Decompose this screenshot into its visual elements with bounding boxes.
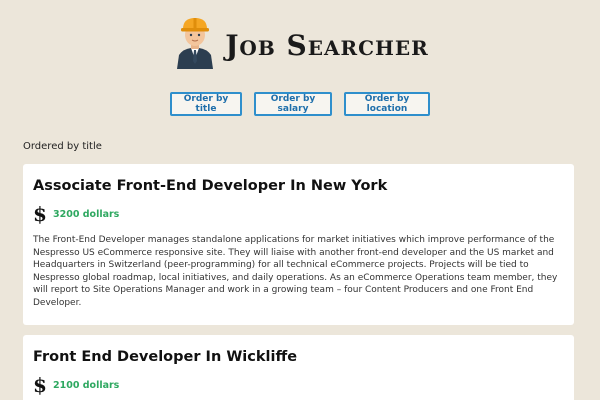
sort-status-label: Ordered by title — [23, 141, 102, 152]
job-card: Associate Front-End Developer In New Yor… — [23, 164, 574, 325]
worker-hardhat-icon — [177, 18, 214, 69]
dollar-sign-icon: $ — [33, 202, 47, 226]
salary-row: $ 3200 dollars — [33, 204, 564, 224]
sort-toolbar: Order by title Order by salary Order by … — [0, 92, 600, 116]
job-card: Front End Developer In Wickliffe $ 2100 … — [23, 335, 574, 400]
app-brand-title: Job Searcher — [225, 28, 429, 62]
job-description: The Front-End Developer manages standalo… — [33, 235, 558, 308]
job-salary: 3200 dollars — [53, 208, 120, 220]
job-title[interactable]: Front End Developer In Wickliffe — [33, 348, 564, 366]
dollar-sign-icon: $ — [33, 373, 47, 397]
salary-row: $ 2100 dollars — [33, 375, 564, 395]
job-title[interactable]: Associate Front-End Developer In New Yor… — [33, 177, 564, 195]
order-by-salary-button[interactable]: Order by salary — [254, 92, 332, 116]
order-by-location-button[interactable]: Order by location — [344, 92, 430, 116]
app-header: Job Searcher — [0, 14, 600, 70]
page: Job Searcher Order by title Order by sal… — [0, 0, 600, 400]
order-by-title-button[interactable]: Order by title — [170, 92, 242, 116]
job-salary: 2100 dollars — [53, 379, 120, 391]
